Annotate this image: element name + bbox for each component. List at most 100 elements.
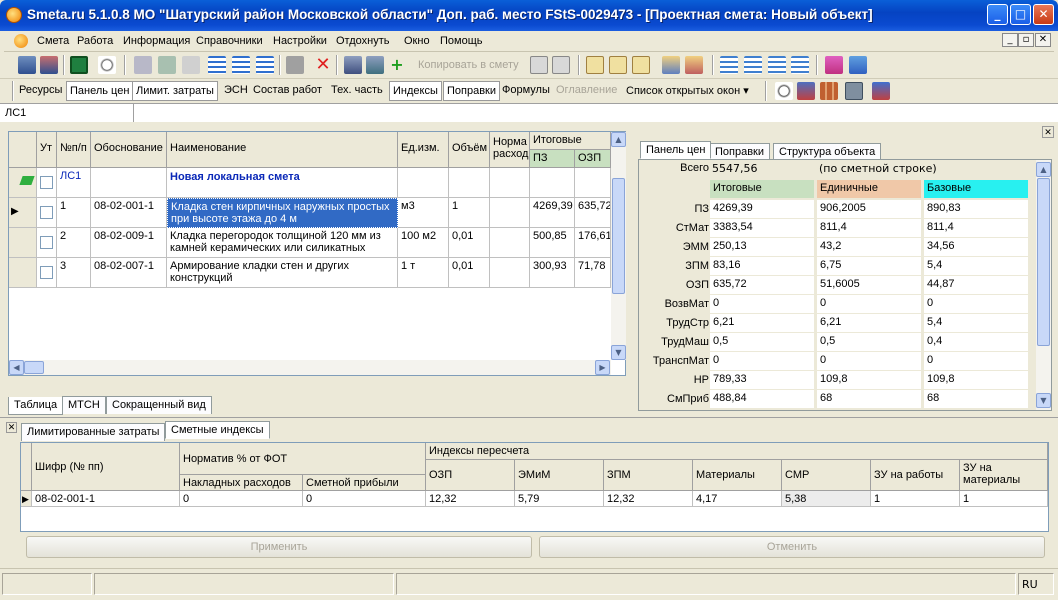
esn-button[interactable]: ЭСН (221, 81, 251, 101)
indices-overhead[interactable]: 0 (180, 491, 303, 507)
tab-estimate-indices[interactable]: Сметные индексы (165, 421, 270, 439)
indices-profit[interactable]: 0 (303, 491, 426, 507)
truck-icon[interactable] (797, 82, 815, 100)
indices-button[interactable]: Индексы (389, 81, 442, 101)
menu-smeta[interactable]: Смета (37, 35, 69, 47)
row-basis[interactable]: 08-02-001-1 (91, 198, 167, 228)
row-name-selected[interactable]: Кладка стен кирпичных наружных простых п… (167, 198, 398, 228)
delivery-icon[interactable] (872, 82, 890, 100)
scroll-down-icon[interactable]: ▼ (611, 345, 626, 360)
paste-icon[interactable] (552, 56, 570, 74)
magnifier-icon[interactable] (775, 82, 793, 100)
calculator-icon[interactable] (845, 82, 863, 100)
close-button[interactable]: ✕ (1033, 4, 1054, 25)
price-icon[interactable] (609, 56, 627, 74)
address-bar[interactable]: ЛС1 (0, 103, 1058, 123)
tab-table[interactable]: Таблица (8, 397, 64, 415)
maximize-button[interactable]: □ (1010, 4, 1031, 25)
mdi-close-button[interactable]: ✕ (1035, 33, 1051, 47)
menu-informaciya[interactable]: Информация (123, 35, 190, 47)
tab-price-panel[interactable]: Панель цен (640, 141, 712, 159)
row-basis[interactable]: 08-02-009-1 (91, 228, 167, 258)
panel-close-icon[interactable]: ✕ (1042, 126, 1054, 138)
corrections-button[interactable]: Поправки (443, 81, 501, 101)
grid-header-ozp[interactable]: ОЗП (575, 150, 611, 168)
indices-zu-work[interactable]: 1 (871, 491, 960, 507)
undo-icon[interactable] (182, 56, 200, 74)
row-checkbox[interactable] (40, 266, 53, 279)
mdi-restore-button[interactable]: ▫ (1018, 33, 1034, 47)
grid-header-basis[interactable]: Обоснование (91, 132, 167, 168)
indent-right-icon[interactable] (791, 56, 809, 74)
indent-icon[interactable] (208, 56, 226, 74)
grid-header-num[interactable]: №п/п (57, 132, 91, 168)
grid-vertical-scrollbar[interactable]: ▲ ▼ (611, 132, 626, 360)
indices-materials[interactable]: 4,17 (693, 491, 782, 507)
tech-part-button[interactable]: Тех. часть (328, 81, 386, 101)
grid-header-norm[interactable]: Норма расход (490, 132, 530, 168)
row-norm[interactable] (490, 198, 530, 228)
panel-scroll-down-icon[interactable]: ▼ (1036, 393, 1051, 408)
row-checkbox[interactable] (40, 206, 53, 219)
indices-ozp[interactable]: 12,32 (426, 491, 515, 507)
row-volume[interactable]: 0,01 (449, 228, 490, 258)
menu-pomosch[interactable]: Помощь (440, 35, 483, 47)
minimize-button[interactable]: _ (987, 4, 1008, 25)
scroll-up-icon[interactable]: ▲ (611, 132, 626, 147)
list-add-icon[interactable] (232, 56, 250, 74)
row-checkbox[interactable] (40, 236, 53, 249)
price-panel-button[interactable]: Панель цен (66, 81, 134, 101)
tab-mtsn[interactable]: МТСН (62, 396, 106, 414)
row-volume[interactable]: 0,01 (449, 258, 490, 288)
norm-icon[interactable] (632, 56, 650, 74)
add-row-icon[interactable]: + (388, 56, 406, 74)
formulas-button[interactable]: Формулы (499, 81, 553, 101)
row-checkbox[interactable] (40, 176, 53, 189)
menu-nastroyki[interactable]: Настройки (273, 35, 327, 47)
grid-header-pz[interactable]: ПЗ (530, 150, 575, 168)
delete-icon[interactable]: ✕ (314, 56, 332, 74)
row-unit[interactable]: 1 т (398, 258, 449, 288)
book-blue-icon[interactable] (849, 56, 867, 74)
print-preview-icon[interactable] (366, 56, 384, 74)
tab-short-view[interactable]: Сокращенный вид (106, 396, 212, 414)
copy-to-estimate-button[interactable]: Копировать в смету (418, 59, 519, 71)
book-pink-icon[interactable] (825, 56, 843, 74)
panel-scroll-up-icon[interactable]: ▲ (1036, 162, 1051, 177)
scroll-right-icon[interactable]: ▶ (595, 360, 610, 375)
refresh-icon[interactable] (158, 56, 176, 74)
printer-icon[interactable] (344, 56, 362, 74)
limited-costs-button[interactable]: Лимит. затраты (132, 81, 218, 101)
excel-icon[interactable] (70, 56, 88, 74)
work-composition-button[interactable]: Состав работ (250, 81, 325, 101)
lower-close-icon[interactable]: ✕ (6, 422, 17, 433)
open-windows-dropdown[interactable]: Список открытых окон ▾ (623, 81, 752, 101)
scroll-thumb[interactable] (612, 178, 625, 294)
section-name[interactable]: Новая локальная смета (167, 168, 398, 198)
indices-emim[interactable]: 5,79 (515, 491, 604, 507)
open-estimate-icon[interactable] (40, 56, 58, 74)
panel-scroll-thumb[interactable] (1037, 178, 1050, 346)
bricks-icon[interactable] (820, 82, 838, 100)
row-name[interactable]: Армирование кладки стен и других констру… (167, 258, 398, 288)
row-unit[interactable]: 100 м2 (398, 228, 449, 258)
panel-scrollbar[interactable]: ▲ ▼ (1036, 160, 1051, 410)
contents-button[interactable]: Оглавление (553, 81, 620, 101)
apply-button[interactable]: Применить (26, 536, 532, 558)
cancel-button[interactable]: Отменить (539, 536, 1045, 558)
copy-icon[interactable] (530, 56, 548, 74)
menu-okno[interactable]: Окно (404, 35, 430, 47)
resource-icon[interactable] (586, 56, 604, 74)
move-down-icon[interactable] (720, 56, 738, 74)
indices-smr[interactable]: 5,38 (782, 491, 871, 507)
new-estimate-icon[interactable] (18, 56, 36, 74)
row-volume[interactable]: 1 (449, 198, 490, 228)
export-icon[interactable] (685, 56, 703, 74)
grid-header-ut[interactable]: Ут (37, 132, 57, 168)
menu-spravochniki[interactable]: Справочники (196, 35, 263, 47)
list-remove-icon[interactable] (256, 56, 274, 74)
row-norm[interactable] (490, 258, 530, 288)
eraser-icon[interactable] (286, 56, 304, 74)
save-icon[interactable] (134, 56, 152, 74)
search-icon[interactable] (98, 56, 116, 74)
